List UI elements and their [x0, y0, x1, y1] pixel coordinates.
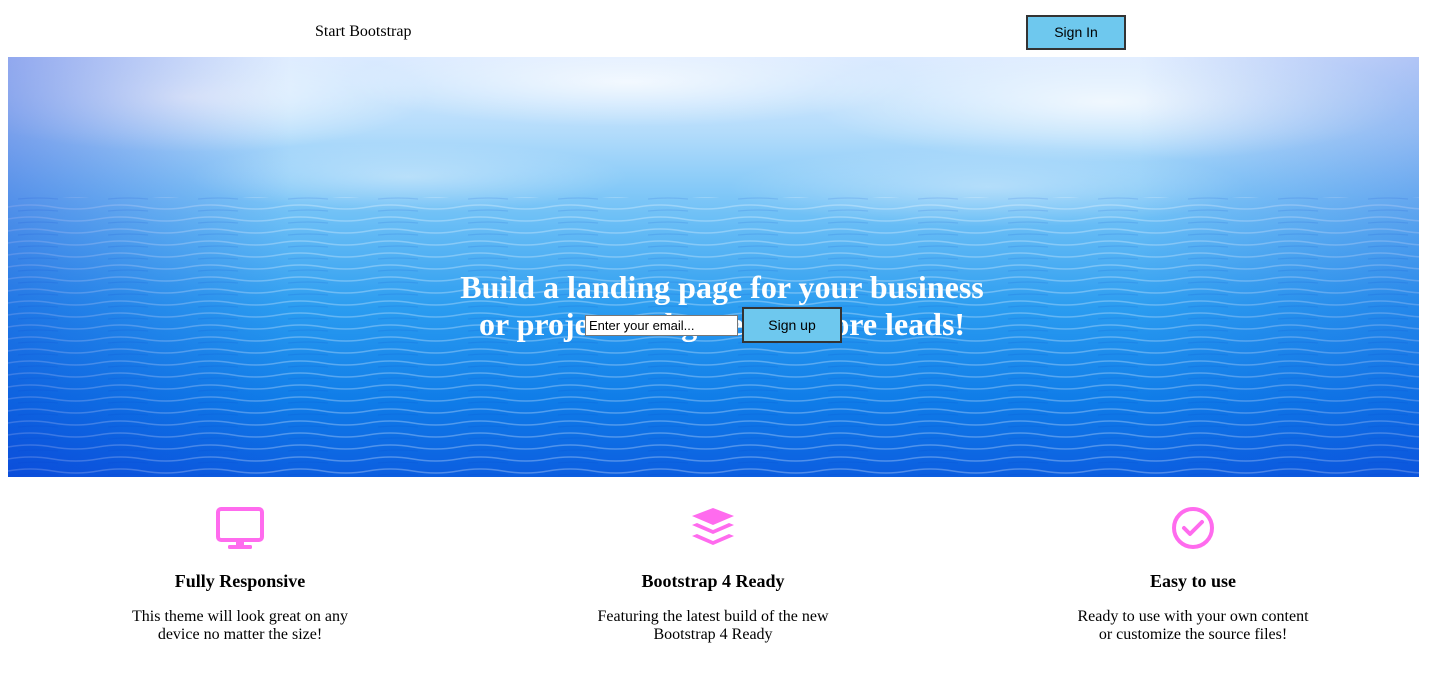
- hero-water-background: [8, 57, 1419, 477]
- hero-headline-line: Build a landing page for your business: [460, 269, 984, 305]
- feature-description: Featuring the latest build of the new Bo…: [573, 608, 853, 644]
- navbar-brand[interactable]: Start Bootstrap: [315, 22, 411, 42]
- check-circle-icon: [1172, 507, 1214, 549]
- hero-section: Build a landing page for your business o…: [8, 57, 1419, 477]
- feature-description-line: or customize the source files!: [1098, 626, 1288, 643]
- feature-description-line: Ready to use with your own content: [1077, 608, 1309, 625]
- feature-description-line: device no matter the size!: [157, 626, 323, 643]
- sign-up-button[interactable]: Sign up: [742, 307, 842, 343]
- desktop-monitor-icon: [216, 507, 264, 549]
- email-input[interactable]: [585, 315, 738, 336]
- feature-bootstrap-4-ready: Bootstrap 4 Ready Featuring the latest b…: [573, 505, 853, 644]
- feature-easy-to-use: Easy to use Ready to use with your own c…: [1053, 505, 1333, 644]
- feature-description-line: Featuring the latest build of the new: [597, 608, 829, 625]
- sign-in-button[interactable]: Sign In: [1026, 15, 1126, 50]
- navbar: Start Bootstrap Sign In: [0, 0, 1440, 57]
- layers-icon: [692, 508, 734, 545]
- feature-description: This theme will look great on any device…: [100, 608, 380, 644]
- feature-description-line: Bootstrap 4 Ready: [653, 626, 773, 643]
- feature-title: Bootstrap 4 Ready: [641, 571, 785, 591]
- feature-description: Ready to use with your own content or cu…: [1053, 608, 1333, 644]
- feature-title: Fully Responsive: [174, 571, 306, 591]
- feature-title: Easy to use: [1149, 571, 1236, 591]
- feature-description-line: This theme will look great on any: [132, 608, 348, 625]
- feature-fully-responsive: Fully Responsive This theme will look gr…: [100, 505, 380, 644]
